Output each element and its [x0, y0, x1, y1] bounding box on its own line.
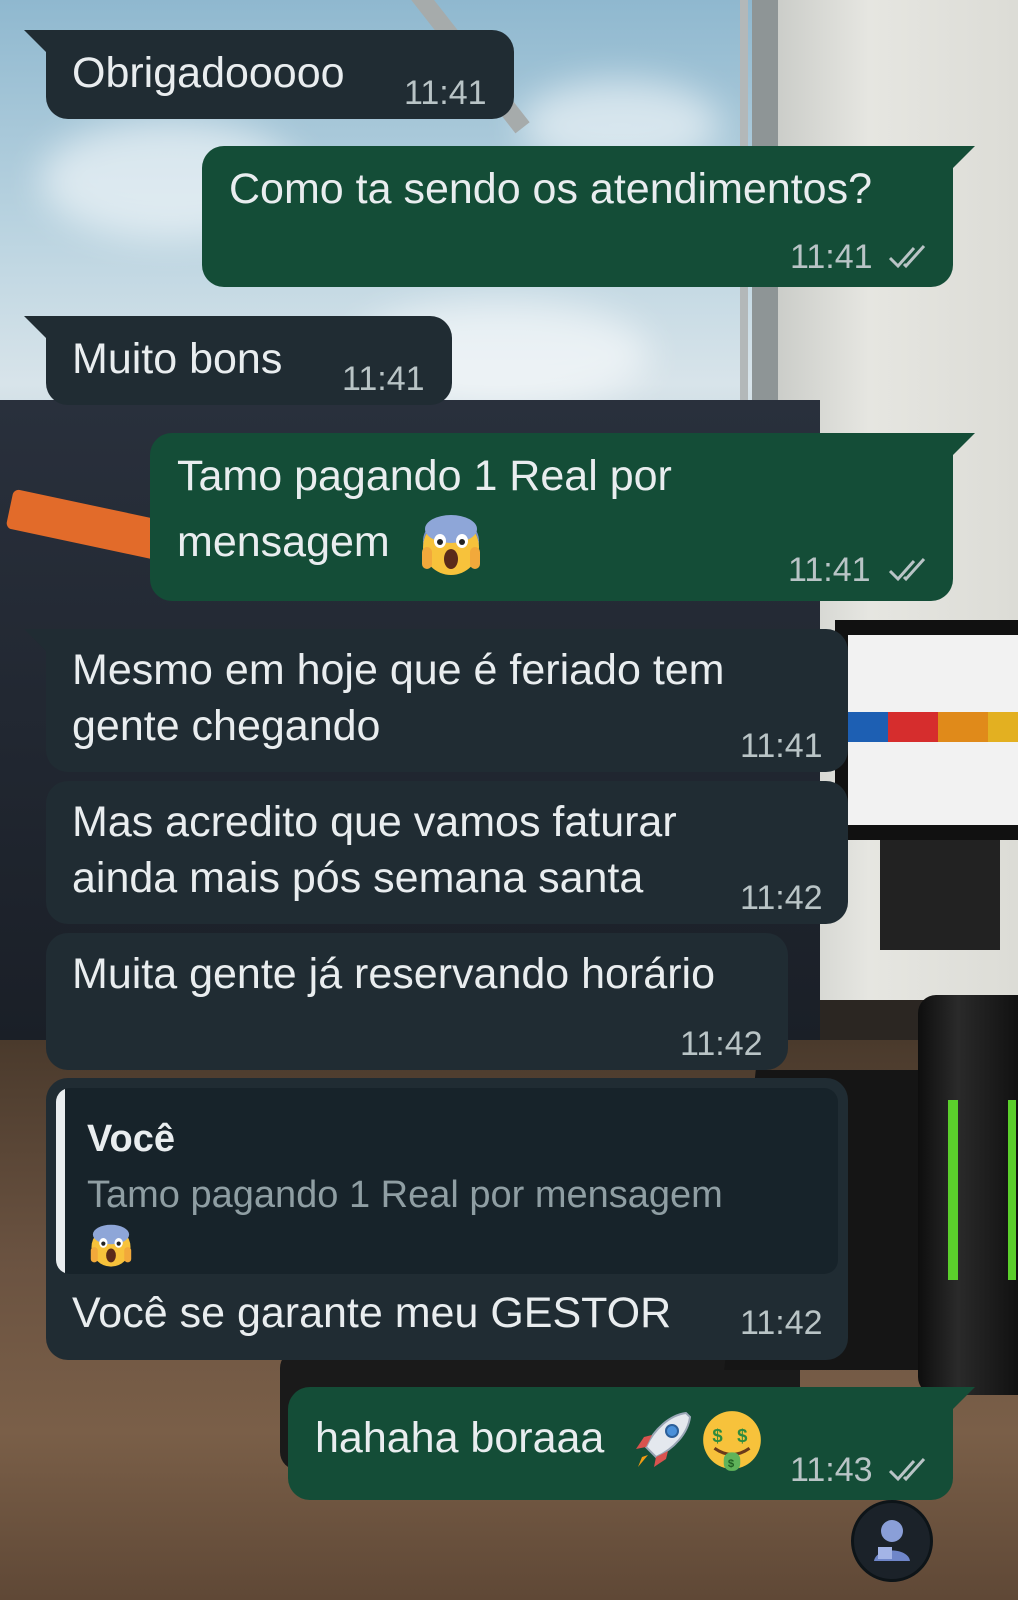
- avatar-figure: [874, 1520, 910, 1561]
- svg-text:$: $: [737, 1425, 748, 1446]
- double-check-icon: [888, 1457, 926, 1482]
- double-check-icon: [888, 557, 926, 582]
- bubble-tail: [951, 433, 975, 457]
- face-screaming-in-fear-icon: [422, 515, 480, 575]
- message-time: 11:41: [342, 360, 425, 398]
- rocket-icon: [636, 1411, 692, 1467]
- quote-text: Tamo pagando 1 Real por mensagem: [87, 1174, 723, 1216]
- contact-avatar-icon[interactable]: [851, 1500, 933, 1582]
- double-check-icon: [888, 244, 926, 269]
- wallpaper-dashboard-card: [888, 712, 938, 742]
- message-text: Você se garante meu GESTOR: [72, 1289, 672, 1337]
- message-incoming[interactable]: Muito bons 11:41: [24, 316, 452, 405]
- message-text-line: gente chegando: [72, 702, 381, 750]
- face-screaming-in-fear-icon: [90, 1224, 132, 1267]
- bubble-tail: [24, 316, 48, 340]
- message-text-line: mensagem: [177, 518, 390, 566]
- bubble-tail: [24, 629, 48, 653]
- message-incoming[interactable]: Muita gente já reservando horário 11:42: [46, 933, 788, 1070]
- message-text: Como ta sendo os atendimentos?: [229, 165, 873, 213]
- message-text: hahaha boraaa: [315, 1414, 605, 1462]
- message-time: 11:43: [790, 1451, 873, 1489]
- quote-accent-bar: [56, 1088, 65, 1274]
- message-outgoing[interactable]: Tamo pagando 1 Real por mensagem 11:41: [150, 433, 975, 601]
- message-incoming-reply[interactable]: Você Tamo pagando 1 Real por mensagem Vo…: [46, 1078, 848, 1360]
- message-text: Muito bons: [72, 335, 283, 383]
- message-time: 11:42: [740, 1304, 823, 1342]
- wallpaper-dashboard-card: [938, 712, 988, 742]
- message-text: Obrigadooooo: [72, 49, 345, 97]
- message-incoming[interactable]: Mesmo em hoje que é feriado tem gente ch…: [24, 629, 848, 772]
- bubble-tail: [951, 146, 975, 170]
- message-incoming[interactable]: Obrigadooooo 11:41: [24, 30, 514, 119]
- message-text-line: ainda mais pós semana santa: [72, 854, 644, 902]
- wallpaper-monitor-stand: [880, 840, 1000, 950]
- message-text-line: Mesmo em hoje que é feriado tem: [72, 646, 725, 694]
- quoted-message[interactable]: Você Tamo pagando 1 Real por mensagem: [56, 1088, 838, 1274]
- message-time: 11:41: [790, 238, 873, 276]
- svg-text:$: $: [728, 1458, 735, 1470]
- message-time: 11:42: [680, 1025, 763, 1063]
- message-text: Muita gente já reservando horário: [72, 950, 715, 998]
- bubble-tail: [951, 1387, 975, 1411]
- wallpaper-can-logo: [948, 1100, 1016, 1280]
- svg-text:$: $: [712, 1425, 723, 1446]
- bubble-tail: [24, 30, 48, 54]
- message-outgoing[interactable]: hahaha boraaa $ $ $ 11:43: [288, 1387, 975, 1500]
- message-time: 11:41: [740, 727, 823, 765]
- message-time: 11:41: [404, 74, 487, 112]
- message-time: 11:42: [740, 879, 823, 917]
- wallpaper-dashboard-card: [988, 712, 1018, 742]
- message-incoming[interactable]: Mas acredito que vamos faturar ainda mai…: [46, 781, 848, 924]
- message-time: 11:41: [788, 551, 871, 589]
- message-text-line: Tamo pagando 1 Real por: [177, 452, 672, 500]
- quote-author: Você: [87, 1118, 176, 1160]
- message-text-line: Mas acredito que vamos faturar: [72, 798, 677, 846]
- message-outgoing[interactable]: Como ta sendo os atendimentos? 11:41: [202, 146, 975, 287]
- money-mouth-face-icon: $ $ $: [703, 1411, 761, 1471]
- wallpaper-dashboard-card: [848, 712, 888, 742]
